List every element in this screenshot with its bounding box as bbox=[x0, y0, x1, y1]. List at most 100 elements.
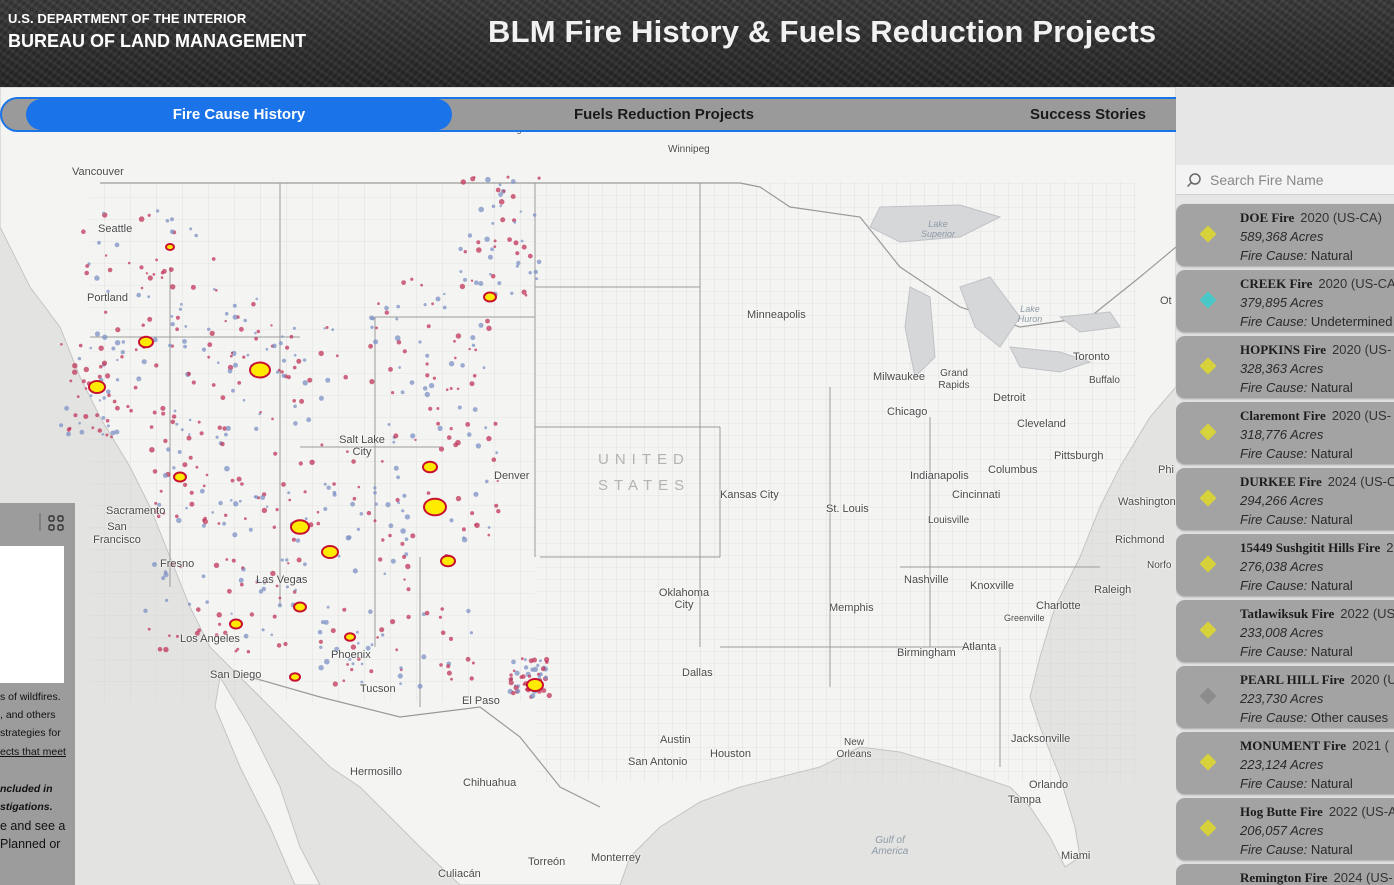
fire-point[interactable] bbox=[173, 409, 177, 413]
fire-point[interactable] bbox=[278, 341, 283, 346]
fire-point[interactable] bbox=[211, 511, 214, 514]
fire-point[interactable] bbox=[335, 354, 339, 358]
fire-point[interactable] bbox=[457, 405, 462, 410]
fire-point[interactable] bbox=[485, 318, 490, 324]
fire-point[interactable] bbox=[493, 421, 498, 426]
fire-point[interactable] bbox=[281, 373, 286, 378]
fire-point[interactable] bbox=[350, 501, 355, 507]
fire-point[interactable] bbox=[343, 374, 349, 380]
map-view[interactable]: Vancouver Seattle Portland Sacramento Sa… bbox=[0, 87, 1176, 885]
fire-point[interactable] bbox=[227, 588, 232, 594]
fire-point[interactable] bbox=[170, 419, 176, 425]
fire-point[interactable] bbox=[292, 326, 296, 330]
fire-point[interactable] bbox=[370, 325, 374, 329]
fire-point[interactable] bbox=[491, 221, 495, 225]
fire-point[interactable] bbox=[147, 627, 151, 631]
fire-point[interactable] bbox=[511, 659, 516, 665]
fire-point[interactable] bbox=[347, 535, 352, 540]
fire-point[interactable] bbox=[437, 425, 443, 431]
fire-point[interactable] bbox=[104, 310, 108, 314]
fire-point[interactable] bbox=[482, 366, 486, 370]
fire-point[interactable] bbox=[478, 206, 485, 213]
fire-point[interactable] bbox=[73, 413, 78, 418]
fire-point[interactable] bbox=[147, 275, 153, 281]
fire-point[interactable] bbox=[425, 373, 430, 378]
fire-point[interactable] bbox=[101, 433, 105, 436]
fire-point[interactable] bbox=[299, 398, 305, 404]
fire-point[interactable] bbox=[237, 381, 242, 385]
fire-point[interactable] bbox=[487, 533, 491, 537]
fire-point[interactable] bbox=[326, 605, 330, 609]
fire-point[interactable] bbox=[64, 405, 69, 411]
fire-point[interactable] bbox=[332, 490, 337, 495]
fire-point[interactable] bbox=[59, 423, 64, 428]
fire-point[interactable] bbox=[182, 462, 188, 468]
fire-point[interactable] bbox=[78, 421, 81, 425]
fire-point[interactable] bbox=[177, 450, 182, 454]
fire-point[interactable] bbox=[316, 510, 320, 514]
fire-point[interactable] bbox=[513, 240, 519, 246]
fire-point[interactable] bbox=[152, 469, 158, 474]
fire-point[interactable] bbox=[346, 663, 349, 666]
fire-point[interactable] bbox=[155, 209, 160, 213]
fire-point[interactable] bbox=[289, 334, 294, 339]
fire-card[interactable]: DURKEE Fire 2024 (US-O 294,266 Acres Fire… bbox=[1176, 468, 1394, 530]
fire-point[interactable] bbox=[474, 523, 477, 526]
fire-point[interactable] bbox=[306, 417, 312, 423]
fire-point[interactable] bbox=[436, 421, 440, 426]
fire-point[interactable] bbox=[388, 523, 394, 529]
fire-point[interactable] bbox=[242, 355, 246, 359]
fire-perimeter[interactable] bbox=[422, 460, 438, 474]
fire-point[interactable] bbox=[107, 267, 113, 273]
fire-point[interactable] bbox=[388, 533, 392, 538]
fire-point[interactable] bbox=[302, 358, 307, 362]
fire-point[interactable] bbox=[186, 435, 192, 441]
fire-point[interactable] bbox=[375, 326, 378, 330]
fire-point[interactable] bbox=[537, 674, 542, 679]
fire-point[interactable] bbox=[152, 273, 156, 276]
fire-point[interactable] bbox=[383, 572, 387, 576]
fire-point[interactable] bbox=[253, 495, 257, 498]
fire-perimeter[interactable] bbox=[290, 519, 310, 535]
fire-point[interactable] bbox=[230, 499, 233, 502]
fire-point[interactable] bbox=[320, 620, 325, 625]
tab-fuels-reduction-projects[interactable]: Fuels Reduction Projects bbox=[452, 99, 876, 130]
fire-point[interactable] bbox=[535, 277, 539, 280]
fire-point[interactable] bbox=[471, 343, 476, 347]
fire-point[interactable] bbox=[390, 558, 396, 564]
fire-point[interactable] bbox=[215, 435, 219, 439]
fire-point[interactable] bbox=[168, 634, 171, 637]
fire-point[interactable] bbox=[183, 482, 188, 487]
fire-point[interactable] bbox=[303, 490, 307, 494]
fire-point[interactable] bbox=[136, 376, 142, 382]
fire-point[interactable] bbox=[232, 303, 237, 308]
fire-point[interactable] bbox=[515, 251, 520, 256]
fire-perimeter[interactable] bbox=[229, 618, 243, 630]
fire-point[interactable] bbox=[175, 634, 179, 638]
fire-point[interactable] bbox=[217, 361, 220, 365]
fire-point[interactable] bbox=[402, 349, 407, 354]
fire-point[interactable] bbox=[351, 662, 355, 666]
fire-point[interactable] bbox=[254, 331, 257, 335]
fire-point[interactable] bbox=[445, 388, 449, 392]
fire-point[interactable] bbox=[423, 303, 427, 307]
fire-point[interactable] bbox=[491, 457, 497, 463]
fire-point[interactable] bbox=[101, 416, 106, 420]
fire-point[interactable] bbox=[456, 387, 460, 391]
fire-point[interactable] bbox=[449, 427, 453, 431]
fire-point[interactable] bbox=[95, 413, 99, 418]
fire-point[interactable] bbox=[224, 319, 227, 323]
fire-point[interactable] bbox=[160, 405, 166, 411]
fire-point[interactable] bbox=[106, 424, 110, 428]
fire-point[interactable] bbox=[453, 339, 456, 343]
fire-point[interactable] bbox=[493, 245, 497, 249]
fire-point[interactable] bbox=[280, 558, 284, 562]
fire-point[interactable] bbox=[285, 345, 290, 350]
fire-point[interactable] bbox=[532, 657, 537, 663]
fire-point[interactable] bbox=[246, 353, 250, 357]
fire-point[interactable] bbox=[230, 478, 235, 483]
fire-point[interactable] bbox=[484, 426, 488, 430]
fire-point[interactable] bbox=[140, 286, 144, 290]
fire-point[interactable] bbox=[241, 566, 245, 570]
fire-point[interactable] bbox=[102, 396, 106, 400]
